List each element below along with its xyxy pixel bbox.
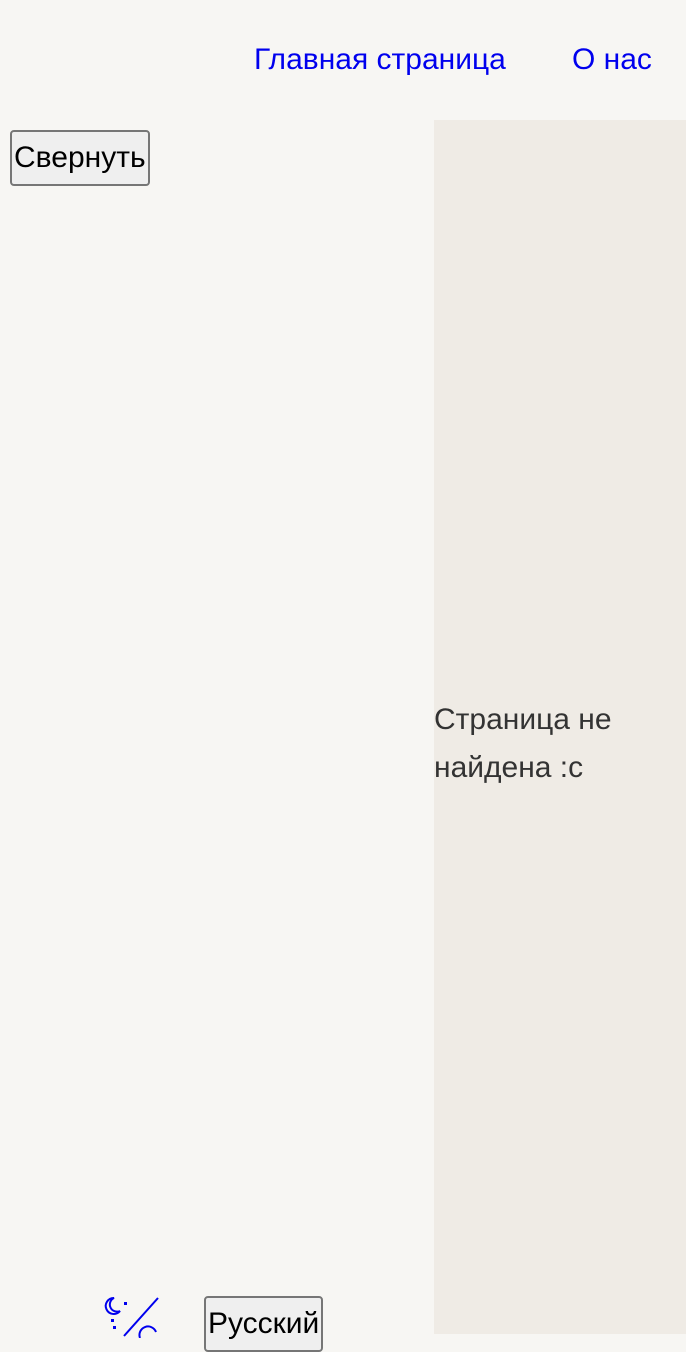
not-found-message: Страница не найдена :c xyxy=(434,703,612,784)
collapse-sidebar-button[interactable]: Свернуть xyxy=(10,130,150,186)
language-select-button[interactable]: Русский xyxy=(204,1296,324,1352)
theme-toggle-icon[interactable] xyxy=(102,1294,162,1339)
main-content: Страница не найдена :c xyxy=(434,120,686,1334)
moon-sun-icon xyxy=(104,1296,159,1339)
nav-link-home[interactable]: Главная страница xyxy=(254,42,506,78)
top-navbar: Главная страница О нас xyxy=(0,0,686,120)
sidebar: Свернуть Русский xyxy=(0,120,434,1352)
nav-link-about[interactable]: О нас xyxy=(572,42,652,78)
